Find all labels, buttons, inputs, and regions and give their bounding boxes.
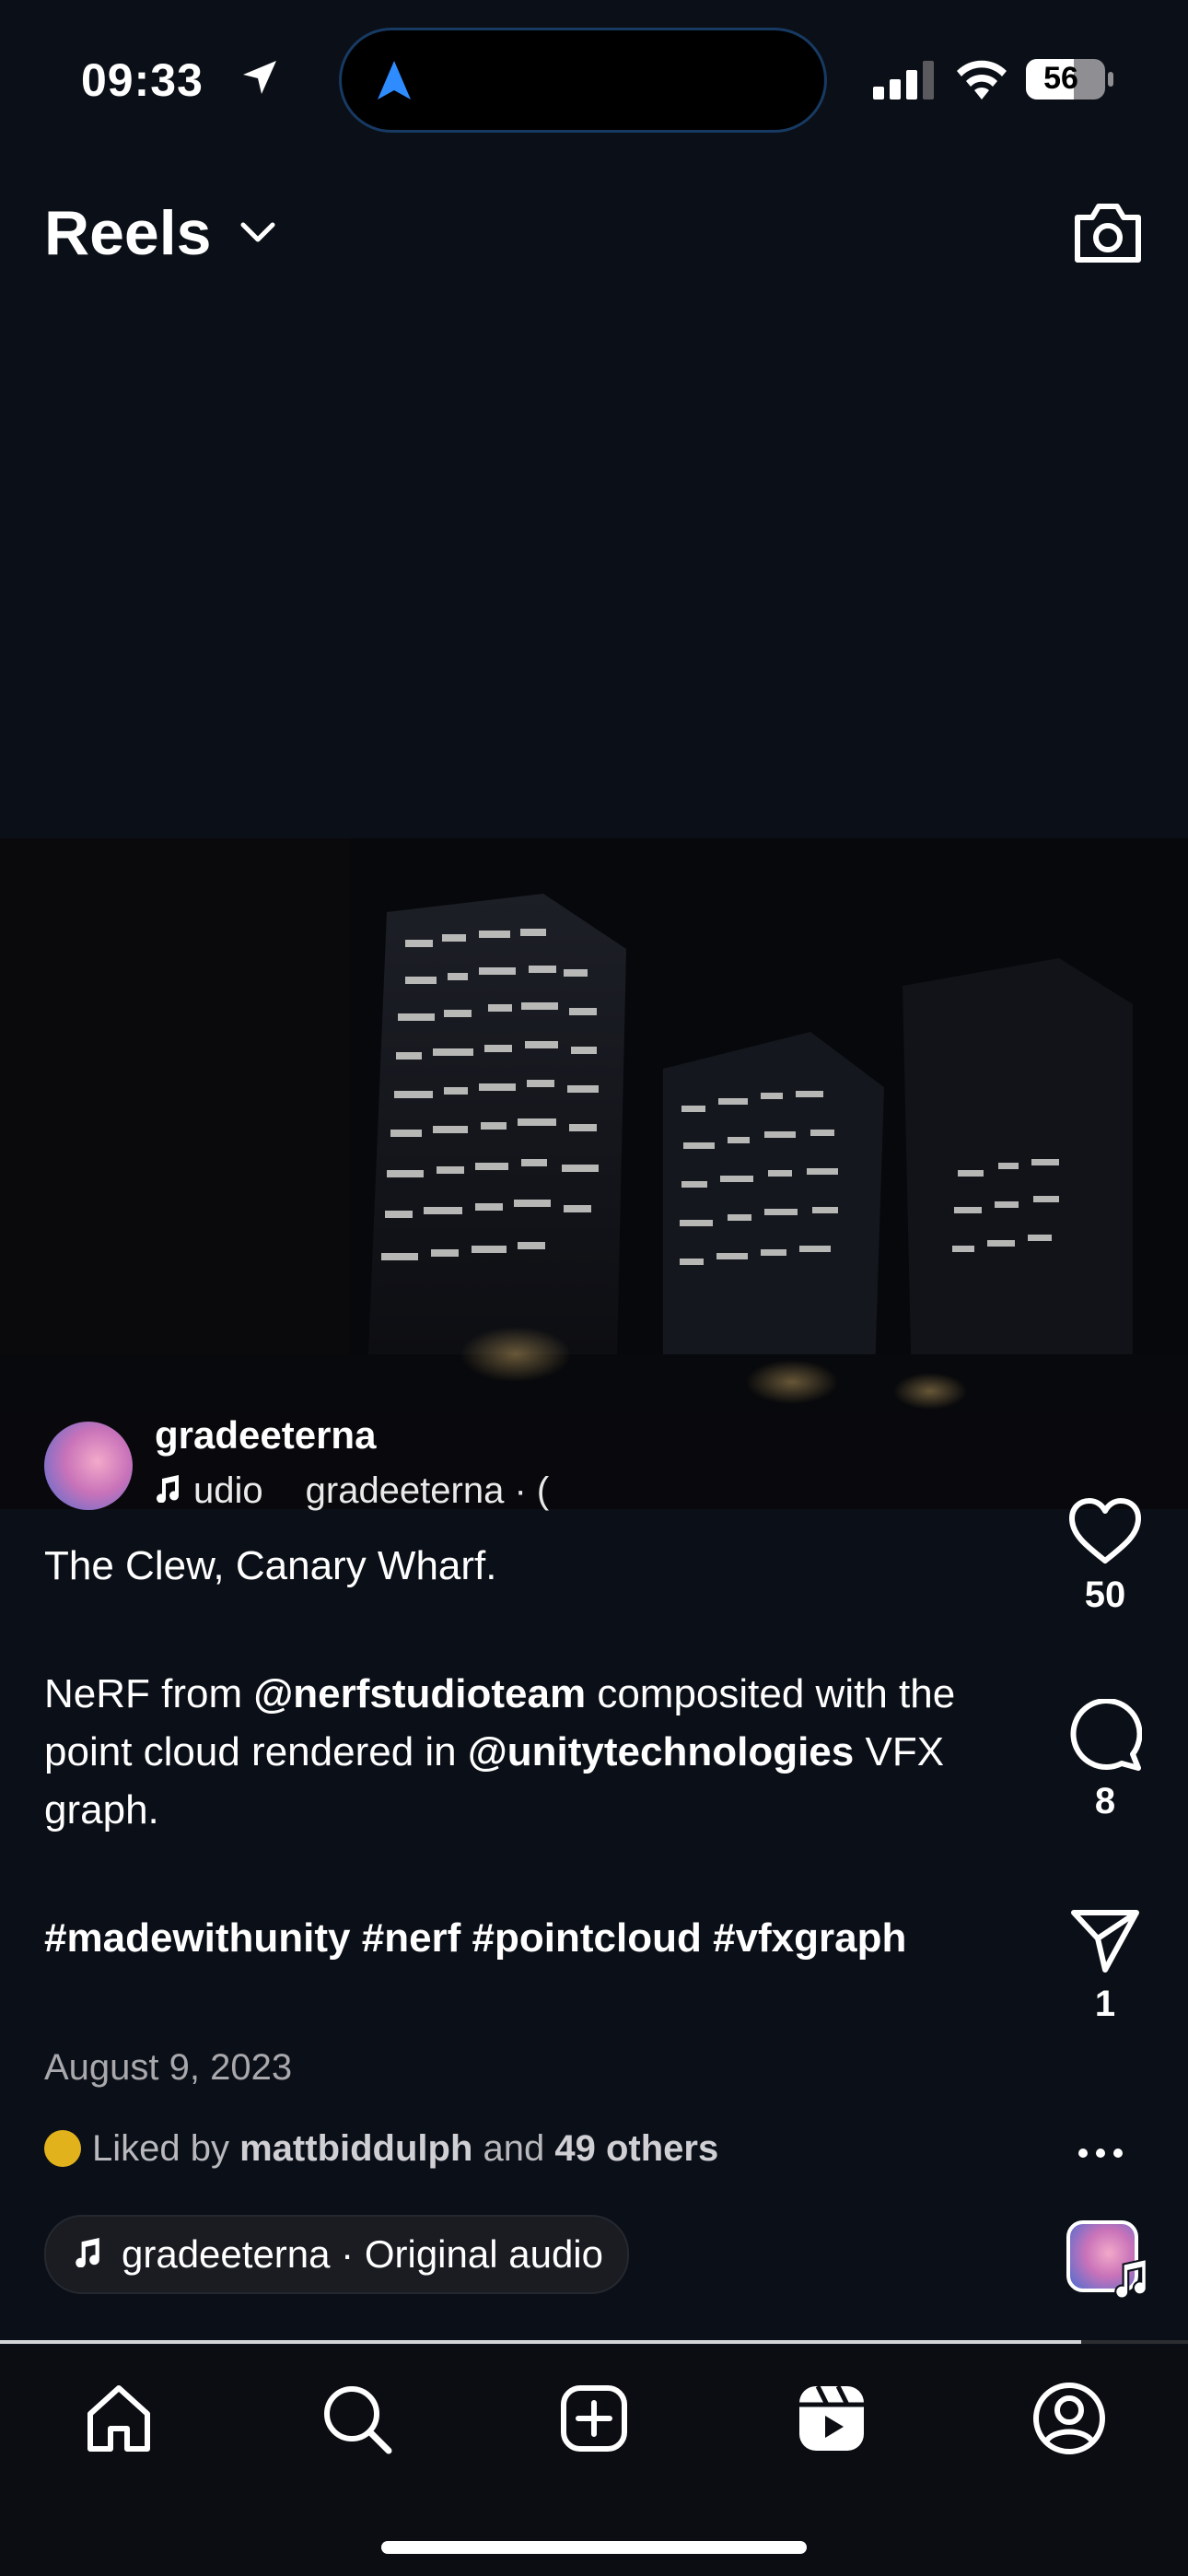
original-audio-button[interactable]: gradeeterna · Original audio bbox=[44, 2215, 629, 2294]
dynamic-island[interactable] bbox=[339, 28, 827, 133]
reels-icon[interactable] bbox=[790, 2377, 873, 2460]
mention-nerfstudioteam[interactable]: @nerfstudioteam bbox=[253, 1671, 586, 1716]
music-note-icon bbox=[74, 2217, 101, 2292]
liked-by-user[interactable]: mattbiddulph bbox=[239, 2128, 472, 2169]
status-time: 09:33 bbox=[81, 54, 204, 106]
audio-ticker-part-a: udio bbox=[193, 1470, 263, 1511]
navigation-arrow-icon bbox=[378, 61, 411, 104]
cellular-signal-icon bbox=[873, 61, 934, 104]
page-title[interactable]: Reels bbox=[44, 197, 211, 269]
send-icon[interactable] bbox=[1041, 1909, 1170, 1978]
wifi-icon bbox=[954, 57, 1009, 104]
comment-action[interactable]: 8 bbox=[1041, 1698, 1170, 1822]
liked-by[interactable]: Liked by mattbiddulph and 49 others bbox=[44, 2128, 718, 2170]
heart-icon[interactable] bbox=[1041, 1498, 1170, 1569]
music-note-icon bbox=[155, 1470, 181, 1512]
like-action[interactable]: 50 bbox=[1041, 1498, 1170, 1616]
liked-by-others[interactable]: 49 others bbox=[554, 2128, 718, 2169]
profile-icon[interactable] bbox=[1028, 2377, 1111, 2460]
liker-avatar bbox=[44, 2130, 81, 2167]
share-count: 1 bbox=[1094, 1984, 1116, 2024]
audio-ticker-part-b: gradeeterna · ( bbox=[305, 1470, 550, 1511]
create-icon[interactable] bbox=[553, 2377, 635, 2460]
city-night-scene bbox=[0, 838, 1188, 1509]
chevron-down-icon[interactable] bbox=[239, 221, 276, 250]
camera-icon[interactable] bbox=[1072, 201, 1144, 270]
author-avatar[interactable] bbox=[44, 1422, 133, 1510]
comment-count: 8 bbox=[1094, 1781, 1116, 1821]
caption-line: The Clew, Canary Wharf. bbox=[44, 1543, 497, 1588]
post-date: August 9, 2023 bbox=[44, 2047, 293, 2088]
author-username[interactable]: gradeeterna bbox=[155, 1413, 376, 1458]
home-indicator[interactable] bbox=[381, 2541, 807, 2554]
more-options-icon[interactable] bbox=[1077, 2119, 1124, 2169]
location-arrow-icon bbox=[238, 55, 282, 104]
home-icon[interactable] bbox=[77, 2377, 160, 2460]
search-icon[interactable] bbox=[315, 2377, 398, 2460]
audio-ticker[interactable]: udio gradeeterna · ( bbox=[155, 1470, 549, 1512]
post-caption[interactable]: The Clew, Canary Wharf. NeRF from @nerfs… bbox=[44, 1537, 984, 1967]
battery-level: 56 bbox=[1043, 61, 1078, 96]
caption-paragraph: NeRF from @nerfstudioteam composited wit… bbox=[44, 1671, 956, 1832]
audio-label: gradeeterna · Original audio bbox=[122, 2232, 603, 2276]
reel-video[interactable] bbox=[0, 838, 1188, 1509]
like-count: 50 bbox=[1084, 1575, 1126, 1615]
mention-unitytechnologies[interactable]: @unitytechnologies bbox=[468, 1729, 854, 1774]
music-note-icon bbox=[1112, 2257, 1149, 2302]
comment-icon[interactable] bbox=[1041, 1698, 1170, 1775]
caption-hashtags[interactable]: #madewithunity #nerf #pointcloud #vfxgra… bbox=[44, 1909, 984, 1967]
video-progress-bar[interactable] bbox=[0, 2340, 1188, 2344]
video-progress-fill bbox=[0, 2340, 1081, 2344]
share-action[interactable]: 1 bbox=[1041, 1909, 1170, 2025]
